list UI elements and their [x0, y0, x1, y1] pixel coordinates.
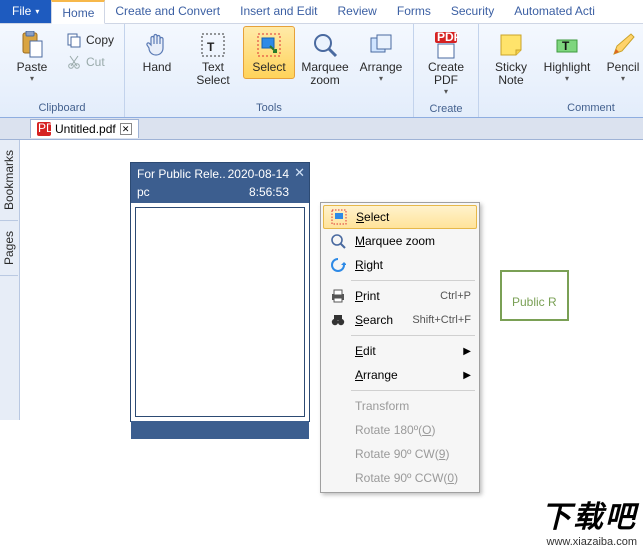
svg-text:T: T: [207, 40, 215, 54]
ctx-marquee-zoom[interactable]: Marquee zoom: [323, 229, 477, 253]
chevron-down-icon: ▾: [379, 74, 383, 83]
binoculars-icon: [329, 311, 347, 329]
separator: [351, 335, 475, 336]
group-comment: Sticky Note T Highlight ▾ Pencil ▾ Attac…: [479, 24, 643, 117]
pencil-icon: [609, 31, 637, 59]
group-tools: Hand T Text Select Select Marquee zoom A…: [125, 24, 414, 117]
file-label: File: [12, 4, 31, 18]
chevron-right-icon: ▶: [463, 370, 471, 381]
tab-review[interactable]: Review: [328, 0, 387, 23]
chevron-down-icon: ▾: [621, 74, 625, 83]
ctx-edit[interactable]: Edit ▶: [323, 339, 477, 363]
highlight-icon: T: [553, 31, 581, 59]
pdf-icon: PDF: [432, 31, 460, 59]
hand-icon: [143, 31, 171, 59]
tab-create-convert[interactable]: Create and Convert: [105, 0, 230, 23]
cut-icon: [66, 54, 82, 70]
tab-insert-edit[interactable]: Insert and Edit: [230, 0, 327, 23]
arrange-icon: [367, 31, 395, 59]
chevron-down-icon: ▾: [565, 74, 569, 83]
text-select-icon: T: [199, 31, 227, 59]
select-icon: [330, 208, 348, 226]
paste-button[interactable]: Paste ▾: [6, 26, 58, 88]
sticky-note-button[interactable]: Sticky Note: [485, 26, 537, 92]
document-tab[interactable]: PDF Untitled.pdf ✕: [30, 119, 139, 138]
ctx-rotate-180: Rotate 180º(O): [323, 418, 477, 442]
tab-home[interactable]: Home: [51, 0, 105, 24]
ctx-transform: Transform: [323, 394, 477, 418]
svg-text:PDF: PDF: [38, 122, 51, 135]
highlight-button[interactable]: T Highlight ▾: [541, 26, 593, 88]
cut-button[interactable]: Cut: [62, 52, 118, 72]
pencil-button[interactable]: Pencil ▾: [597, 26, 643, 88]
hand-button[interactable]: Hand: [131, 26, 183, 79]
copy-button[interactable]: Copy: [62, 30, 118, 50]
chevron-down-icon: ▾: [35, 7, 39, 16]
copy-icon: [66, 32, 82, 48]
close-tab-button[interactable]: ✕: [120, 123, 132, 135]
select-button[interactable]: Select: [243, 26, 295, 79]
ctx-search[interactable]: Search Shift+Ctrl+F: [323, 308, 477, 332]
tab-forms[interactable]: Forms: [387, 0, 441, 23]
ctx-arrange[interactable]: Arrange ▶: [323, 363, 477, 387]
separator: [351, 390, 475, 391]
marquee-zoom-button[interactable]: Marquee zoom: [299, 26, 351, 92]
thumbnail-header: For Public Rele.. 2020-08-14 ✕: [131, 163, 309, 185]
file-menu[interactable]: File ▾: [0, 0, 51, 23]
side-tab-pages[interactable]: Pages: [0, 221, 18, 276]
side-tab-bookmarks[interactable]: Bookmarks: [0, 140, 18, 221]
thumbnail-page[interactable]: [135, 207, 305, 417]
print-icon: [329, 287, 347, 305]
sticky-note-icon: [497, 31, 525, 59]
pdf-small-icon: PDF: [37, 122, 51, 136]
public-release-stamp: Public R: [500, 270, 569, 321]
close-icon[interactable]: ✕: [294, 165, 305, 181]
chevron-down-icon: ▾: [30, 74, 34, 83]
svg-text:T: T: [562, 39, 570, 53]
ctx-print[interactable]: Print Ctrl+P: [323, 284, 477, 308]
paste-icon: [18, 31, 46, 59]
text-select-button[interactable]: T Text Select: [187, 26, 239, 92]
chevron-down-icon: ▾: [444, 87, 448, 96]
thumbnail-panel[interactable]: For Public Rele.. 2020-08-14 ✕ pc 8:56:5…: [130, 162, 310, 422]
tab-automated[interactable]: Automated Acti: [504, 0, 605, 23]
group-create: PDF Create PDF ▾ Create: [414, 24, 479, 117]
thumbnail-subheader: pc 8:56:53: [131, 185, 309, 203]
ctx-rotate-90-cw: Rotate 90º CW(9): [323, 442, 477, 466]
ctx-rotate-90-ccw: Rotate 90º CCW(0): [323, 466, 477, 490]
context-menu: Select Marquee zoom Right Print Ctrl+P S…: [320, 202, 480, 493]
magnifier-icon: [311, 31, 339, 59]
rotate-right-icon: [329, 256, 347, 274]
group-clipboard: Paste ▾ Copy Cut Clipboard: [0, 24, 125, 117]
chevron-right-icon: ▶: [463, 346, 471, 357]
arrange-button[interactable]: Arrange ▾: [355, 26, 407, 88]
ctx-right[interactable]: Right: [323, 253, 477, 277]
separator: [351, 280, 475, 281]
watermark: 下载吧 www.xiazaiba.com: [541, 492, 637, 548]
document-tab-title: Untitled.pdf: [55, 122, 116, 136]
magnifier-icon: [329, 232, 347, 250]
svg-text:PDF: PDF: [437, 31, 459, 44]
ctx-select[interactable]: Select: [323, 205, 477, 229]
create-pdf-button[interactable]: PDF Create PDF ▾: [420, 26, 472, 101]
tab-security[interactable]: Security: [441, 0, 504, 23]
select-icon: [255, 31, 283, 59]
